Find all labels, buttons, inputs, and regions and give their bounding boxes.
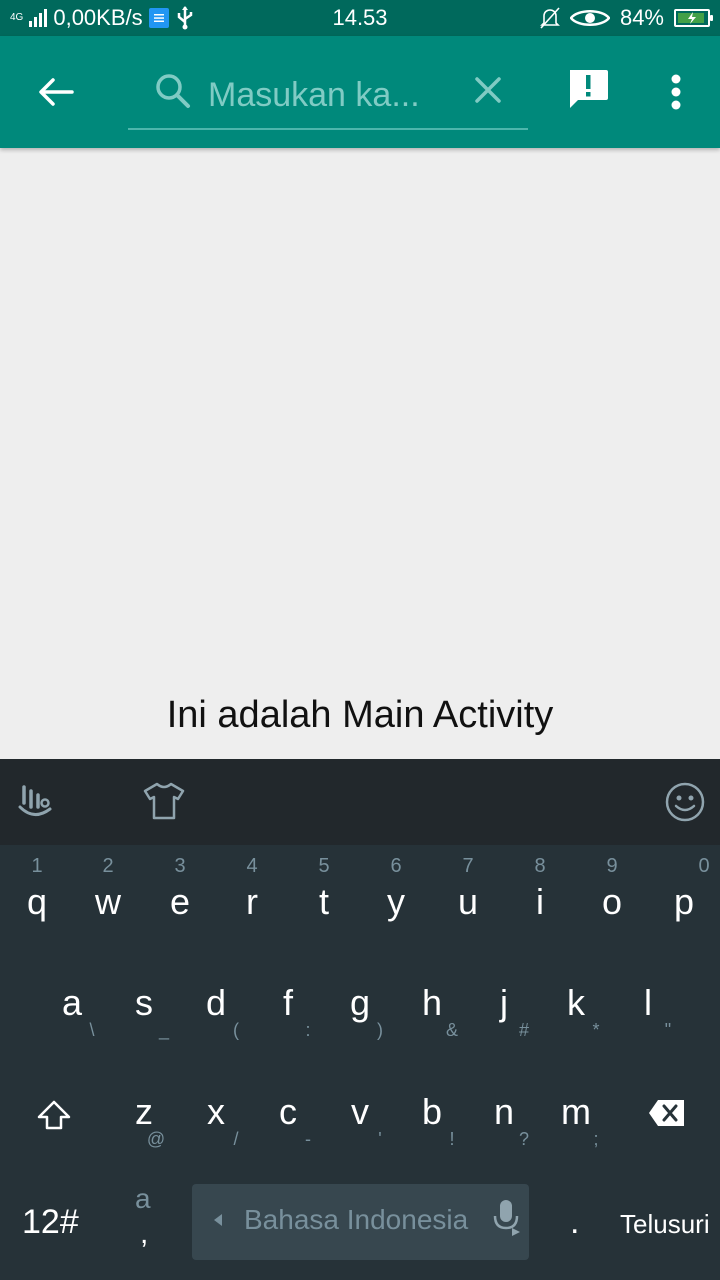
bell-off-icon bbox=[540, 7, 560, 29]
keyboard-toolbar bbox=[0, 759, 720, 845]
key-y[interactable]: 6y bbox=[360, 855, 432, 939]
key-w[interactable]: 2w bbox=[72, 855, 144, 939]
soft-keyboard: 1q 2w 3e 4r 5t 6y 7u 8i 9o 0p a \ s _ d( f… bbox=[0, 759, 720, 1280]
key-d[interactable]: d( bbox=[180, 974, 252, 1064]
close-icon bbox=[475, 77, 501, 103]
comma-key-alt-label: a bbox=[135, 1183, 151, 1214]
shift-key[interactable] bbox=[16, 1085, 92, 1175]
app-toolbar: Masukan ka... bbox=[0, 36, 720, 148]
mic-icon[interactable] bbox=[492, 1198, 520, 1240]
key-k[interactable]: k * bbox=[540, 974, 612, 1064]
battery-icon bbox=[674, 9, 713, 27]
comma-key[interactable]: a , bbox=[120, 1183, 168, 1263]
emoji-icon[interactable] bbox=[664, 781, 706, 823]
key-s[interactable]: s _ bbox=[108, 974, 180, 1064]
key-i[interactable]: 8i bbox=[504, 855, 576, 939]
comma-key-label: , bbox=[140, 1217, 149, 1250]
touchpal-logo-icon[interactable] bbox=[16, 781, 56, 821]
arrow-back-icon bbox=[39, 78, 74, 106]
backspace-key[interactable] bbox=[636, 1085, 708, 1175]
key-e[interactable]: 3e bbox=[144, 855, 216, 939]
key-u[interactable]: 7u bbox=[432, 855, 504, 939]
key-f[interactable]: f: bbox=[252, 974, 324, 1064]
feedback-button[interactable] bbox=[566, 68, 610, 117]
search-action-key[interactable]: Telusuri bbox=[620, 1209, 710, 1240]
status-bar: 4G 0,00KB/s 14.53 84% bbox=[0, 0, 720, 36]
shift-icon bbox=[37, 1100, 71, 1130]
key-o[interactable]: 9o bbox=[576, 855, 648, 939]
search-field[interactable]: Masukan ka... bbox=[128, 56, 528, 130]
key-t[interactable]: 5t bbox=[288, 855, 360, 939]
spacebar[interactable]: Bahasa Indonesia bbox=[192, 1184, 529, 1260]
arrow-left-small-icon bbox=[214, 1214, 222, 1226]
more-vert-icon bbox=[671, 74, 681, 110]
eye-icon bbox=[569, 10, 610, 26]
key-r[interactable]: 4r bbox=[216, 855, 288, 939]
clear-search-button[interactable] bbox=[468, 70, 508, 110]
key-c[interactable]: c- bbox=[252, 1085, 324, 1175]
key-g[interactable]: g) bbox=[324, 974, 396, 1064]
search-input[interactable]: Masukan ka... bbox=[208, 76, 438, 115]
back-button[interactable] bbox=[26, 62, 86, 122]
spacebar-language: Bahasa Indonesia bbox=[244, 1204, 469, 1235]
key-h[interactable]: h & bbox=[396, 974, 468, 1064]
backspace-icon bbox=[649, 1100, 684, 1126]
key-p[interactable]: 0p bbox=[648, 855, 720, 939]
key-b[interactable]: b! bbox=[396, 1085, 468, 1175]
main-activity-text: Ini adalah Main Activity bbox=[166, 694, 554, 736]
key-a[interactable]: a \ bbox=[36, 974, 108, 1064]
key-q[interactable]: 1q bbox=[1, 855, 73, 939]
more-options-button[interactable] bbox=[656, 62, 696, 122]
feedback-icon bbox=[570, 70, 608, 108]
key-m[interactable]: m; bbox=[540, 1085, 612, 1175]
symbols-key[interactable]: 12# bbox=[22, 1203, 79, 1242]
key-z[interactable]: z @ bbox=[108, 1085, 180, 1175]
key-j[interactable]: j # bbox=[468, 974, 540, 1064]
key-n[interactable]: n? bbox=[468, 1085, 540, 1175]
key-x[interactable]: x / bbox=[180, 1085, 252, 1175]
key-l[interactable]: l " bbox=[612, 974, 684, 1064]
battery-percent: 84% bbox=[619, 5, 664, 30]
search-icon bbox=[156, 74, 190, 108]
key-v[interactable]: v ' bbox=[324, 1085, 396, 1175]
theme-shirt-icon[interactable] bbox=[142, 781, 186, 821]
period-key[interactable]: . bbox=[570, 1203, 579, 1242]
